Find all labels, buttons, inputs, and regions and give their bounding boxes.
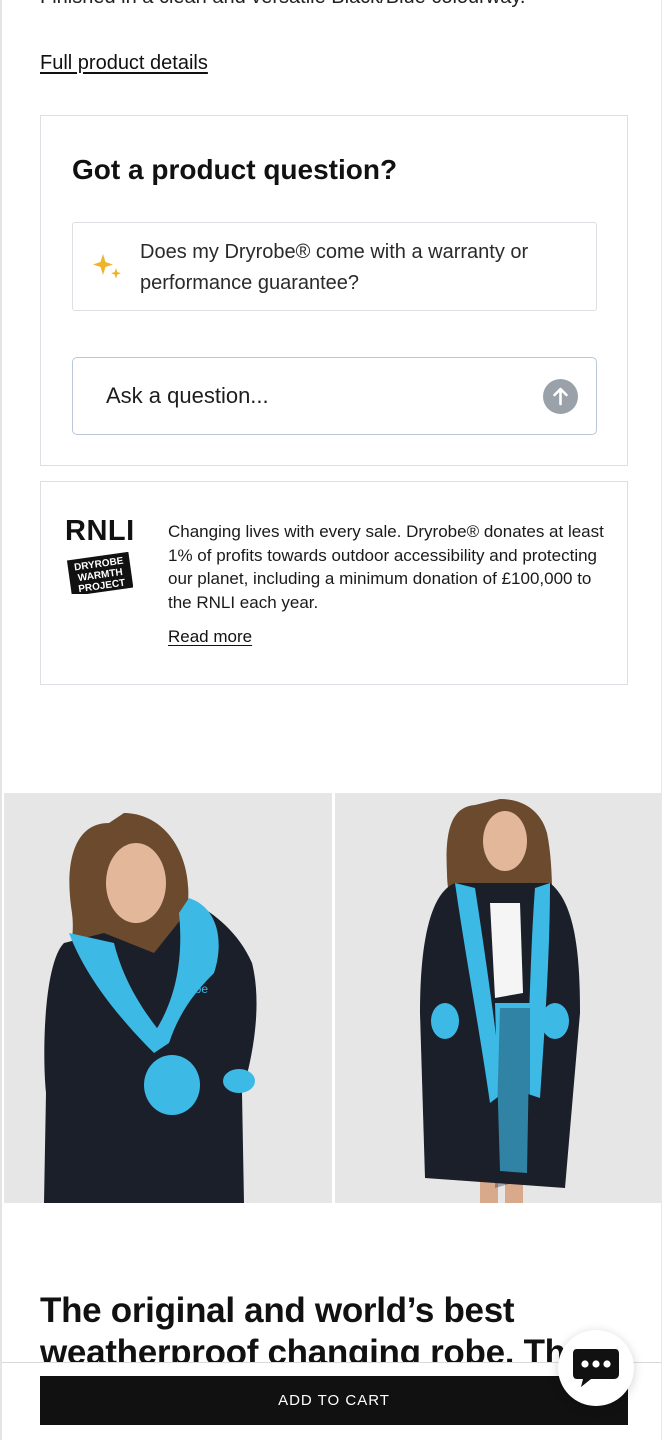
chat-bubble-icon bbox=[573, 1349, 619, 1387]
suggested-question[interactable]: Does my Dryrobe® come with a warranty or… bbox=[72, 222, 597, 311]
product-page: Finished in a clean and versatile Black/… bbox=[0, 0, 662, 1440]
rnli-donation-card: RNLI DRYROBE WARMTH PROJECT Changing liv… bbox=[40, 481, 628, 685]
product-image-2[interactable] bbox=[335, 793, 661, 1203]
arrow-up-icon bbox=[553, 387, 568, 406]
svg-text:robe: robe bbox=[184, 982, 208, 996]
dryrobe-warmth-project-logo: DRYROBE WARMTH PROJECT bbox=[67, 552, 133, 594]
model-robe-open-image bbox=[335, 793, 661, 1203]
ask-question-input[interactable]: Ask a question... bbox=[72, 357, 597, 435]
add-to-cart-button[interactable]: ADD TO CART bbox=[40, 1376, 628, 1425]
product-image-1[interactable]: robe bbox=[4, 793, 332, 1203]
ask-question-placeholder: Ask a question... bbox=[106, 383, 269, 408]
rnli-logo: RNLI bbox=[65, 515, 135, 547]
suggested-question-text: Does my Dryrobe® come with a warranty or… bbox=[140, 241, 529, 294]
model-robe-image: robe bbox=[4, 793, 332, 1203]
description-cut-line: Finished in a clean and versatile Black/… bbox=[40, 0, 525, 9]
full-product-details-link[interactable]: Full product details bbox=[40, 52, 208, 75]
rnli-description: Changing lives with every sale. Dryrobe®… bbox=[168, 522, 604, 612]
send-question-button[interactable] bbox=[543, 379, 578, 414]
sparkle-icon bbox=[93, 254, 121, 279]
chat-button[interactable] bbox=[558, 1330, 634, 1406]
product-question-card: Got a product question? Does my Dryrobe®… bbox=[40, 115, 628, 466]
read-more-link[interactable]: Read more bbox=[168, 627, 252, 647]
qa-title: Got a product question? bbox=[72, 154, 398, 185]
